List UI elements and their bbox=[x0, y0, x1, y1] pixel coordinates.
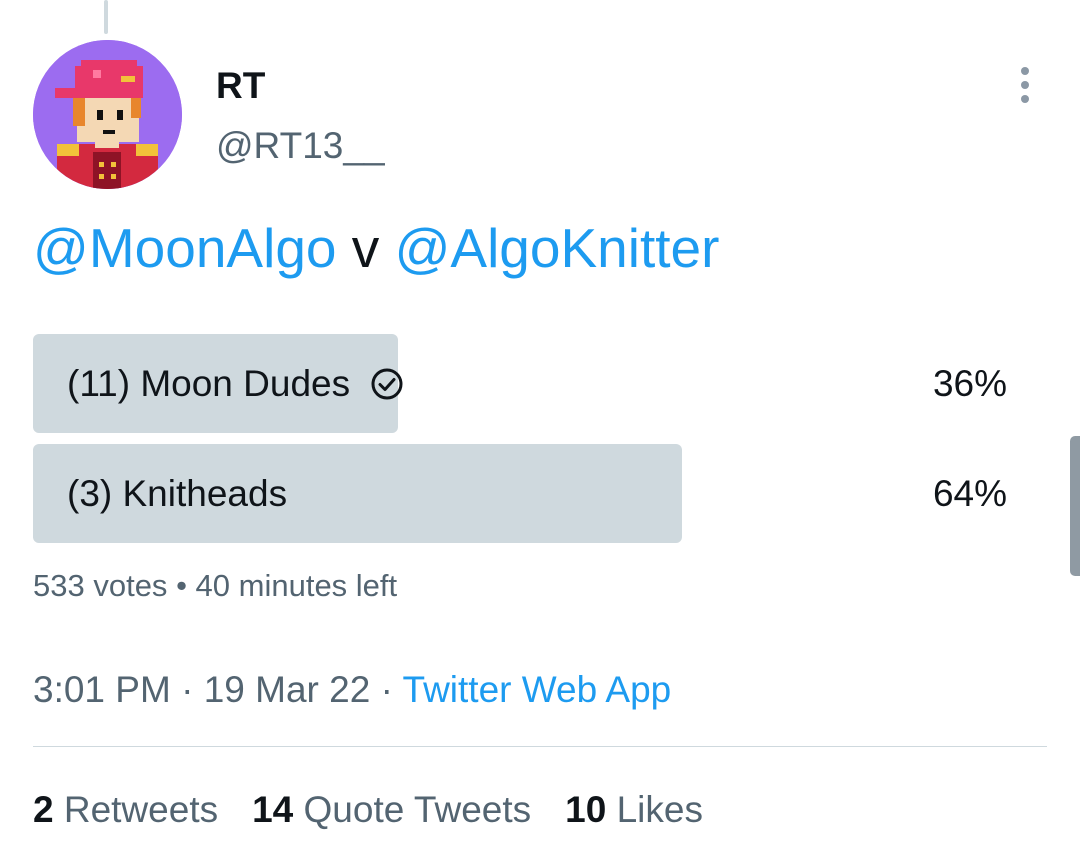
poll-option: (3) Knitheads 64% bbox=[33, 444, 1047, 543]
more-options-button[interactable] bbox=[1004, 62, 1046, 108]
tweet-time[interactable]: 3:01 PM bbox=[33, 669, 171, 710]
likes-stat[interactable]: 10 Likes bbox=[565, 786, 703, 834]
poll: (11) Moon Dudes 36% (3) Knitheads 64% bbox=[33, 334, 1047, 554]
poll-time-left: 40 minutes left bbox=[195, 568, 398, 603]
engagement-stats: 2 Retweets 14 Quote Tweets 10 Likes bbox=[33, 786, 737, 834]
poll-option-label-row: (11) Moon Dudes bbox=[67, 334, 404, 433]
poll-meta: 533 votes • 40 minutes left bbox=[33, 566, 397, 606]
poll-option-label-row: (3) Knitheads bbox=[67, 444, 287, 543]
pixel-character-avatar-image bbox=[33, 40, 182, 189]
avatar[interactable] bbox=[33, 40, 182, 189]
tweet-source-link[interactable]: Twitter Web App bbox=[403, 669, 672, 710]
poll-option-percent: 64% bbox=[932, 472, 1007, 514]
quote-tweets-stat[interactable]: 14 Quote Tweets bbox=[252, 786, 531, 834]
mention-link-moonalgo[interactable]: @MoonAlgo bbox=[33, 217, 337, 279]
tweet-text: @MoonAlgo v @AlgoKnitter bbox=[33, 214, 719, 282]
likes-count: 10 bbox=[565, 789, 607, 830]
quote-tweets-label: Quote Tweets bbox=[303, 789, 532, 830]
retweets-count: 2 bbox=[33, 789, 54, 830]
poll-option-label: (11) Moon Dudes bbox=[67, 362, 351, 404]
info-separator: · bbox=[380, 669, 393, 710]
likes-label: Likes bbox=[616, 789, 703, 830]
check-circle-icon bbox=[370, 367, 404, 401]
tweet-date[interactable]: 19 Mar 22 bbox=[204, 669, 371, 710]
more-vertical-icon bbox=[1021, 67, 1029, 103]
retweets-label: Retweets bbox=[63, 789, 219, 830]
poll-meta-separator: • bbox=[176, 568, 187, 603]
poll-vote-count: 533 votes bbox=[33, 568, 168, 603]
poll-option-label: (3) Knitheads bbox=[67, 472, 288, 514]
author-display-name[interactable]: RT bbox=[216, 64, 265, 108]
retweets-stat[interactable]: 2 Retweets bbox=[33, 786, 218, 834]
tweet-text-separator: v bbox=[336, 217, 395, 279]
tweet-timestamp-row: 3:01 PM · 19 Mar 22 · Twitter Web App bbox=[33, 666, 671, 714]
scrollbar[interactable] bbox=[1070, 436, 1080, 576]
author-handle[interactable]: @RT13__ bbox=[216, 124, 385, 168]
poll-option: (11) Moon Dudes 36% bbox=[33, 334, 1047, 433]
quote-tweets-count: 14 bbox=[252, 789, 294, 830]
poll-option-percent: 36% bbox=[932, 362, 1007, 404]
divider bbox=[33, 746, 1047, 747]
thread-connector-line bbox=[104, 0, 108, 34]
info-separator: · bbox=[181, 669, 194, 710]
mention-link-algoknitter[interactable]: @AlgoKnitter bbox=[395, 217, 720, 279]
